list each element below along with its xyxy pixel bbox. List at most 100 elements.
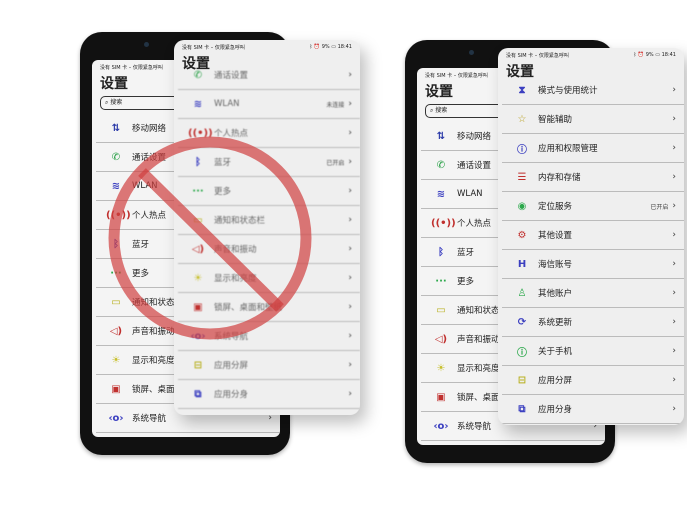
settings-item[interactable]: ◉ 定位服务 已开启 ›: [502, 192, 684, 221]
settings-item-label: 应用和权限管理: [538, 144, 598, 154]
hotspot-icon: ((•)): [188, 127, 213, 139]
status-bar: 没有 SIM 卡 – 仅限紧急呼叫 ᛒ ⏰ 9% ▭ 18:41: [498, 48, 684, 62]
settings-item[interactable]: ▭ 通知和状态栏 ›: [178, 206, 360, 235]
clock: 18:41: [337, 44, 352, 50]
settings-item-label: 系统更新: [538, 318, 573, 328]
settings-item-label: 其他设置: [538, 231, 573, 241]
bluetooth-icon: ᛒ: [438, 246, 444, 258]
app-clone-icon: ⧉: [194, 388, 202, 400]
chevron-right-icon: ›: [672, 317, 676, 327]
info-icon: ⓘ: [517, 347, 527, 359]
star-icon: ☆: [517, 113, 527, 125]
settings-item[interactable]: ‹o› 系统导航 ›: [178, 322, 360, 351]
settings-icon: ⚙: [517, 229, 527, 241]
swap-icon: ⇅: [436, 130, 446, 142]
settings-item[interactable]: ··· 更多 ›: [178, 177, 360, 206]
notification-icon: ▭: [111, 296, 121, 308]
settings-item[interactable]: ◁) 声音和振动 ›: [178, 235, 360, 264]
swap-icon: ⇅: [111, 122, 121, 134]
chevron-right-icon: ›: [348, 99, 352, 109]
status-right: ᛒ ⏰ 9% ▭ 18:41: [633, 52, 676, 58]
navigation-icon: ‹o›: [433, 420, 449, 432]
settings-item-label: 通话设置: [214, 71, 249, 81]
chevron-right-icon: ›: [672, 172, 676, 182]
settings-item[interactable]: ▣ 锁屏、桌面和壁纸 ›: [178, 293, 360, 322]
chevron-right-icon: ›: [348, 157, 352, 167]
permission-icon: ⓘ: [517, 144, 527, 156]
phone-icon: ✆: [436, 159, 446, 171]
chevron-right-icon: ›: [348, 186, 352, 196]
settings-item-label: 模式与使用统计: [538, 86, 598, 96]
phone-icon: ✆: [193, 69, 203, 81]
brightness-icon: ☀: [111, 354, 121, 366]
settings-item[interactable]: ⧉ 应用分身 ›: [502, 395, 684, 424]
settings-item-label: 智能辅助: [538, 115, 573, 125]
chevron-right-icon: ›: [672, 143, 676, 153]
settings-item[interactable]: ⚙ 其他设置 ›: [502, 221, 684, 250]
settings-item-label: 应用分身: [538, 405, 573, 415]
hourglass-icon: ⧗: [518, 84, 526, 96]
settings-item[interactable]: ☀ 显示和亮度 ›: [178, 264, 360, 293]
chevron-right-icon: ›: [348, 389, 352, 399]
settings-item[interactable]: ⓘ 关于手机 ›: [502, 337, 684, 366]
status-right: ᛒ ⏰ 9% ▭ 18:41: [309, 44, 352, 50]
settings-item-status: 未连接: [326, 101, 345, 109]
settings-item[interactable]: ⓘ 应用和权限管理 ›: [502, 134, 684, 163]
chevron-right-icon: ›: [672, 404, 676, 414]
sound-icon: ◁): [434, 333, 448, 345]
settings-item[interactable]: H 海信账号 ›: [502, 250, 684, 279]
status-text: 没有 SIM 卡 – 仅限紧急呼叫: [506, 52, 569, 59]
settings-item[interactable]: ⟳ 系统更新 ›: [502, 308, 684, 337]
settings-item[interactable]: ☰ 内存和存储 ›: [502, 163, 684, 192]
brightness-icon: ☀: [436, 362, 446, 374]
chevron-right-icon: ›: [348, 128, 352, 138]
settings-item-label: 内存和存储: [538, 173, 581, 183]
hisense-account-icon: H: [517, 258, 527, 270]
wifi-icon: ≋: [436, 188, 446, 200]
battery-level: 9%: [321, 44, 330, 50]
settings-item-label: 关于手机: [538, 347, 573, 357]
wallpaper-icon: ▣: [111, 383, 121, 395]
split-screen-icon: ⊟: [517, 374, 527, 386]
hotspot-icon: ((•)): [431, 217, 456, 229]
location-icon: ◉: [517, 200, 527, 212]
settings-item[interactable]: ♙ 其他账户 ›: [502, 279, 684, 308]
settings-item[interactable]: ≋ WLAN 未连接 ›: [178, 90, 360, 119]
status-text: 没有 SIM 卡 – 仅限紧急呼叫: [182, 44, 245, 51]
sound-icon: ◁): [109, 325, 123, 337]
chevron-right-icon: ›: [348, 70, 352, 80]
hotspot-icon: ((•)): [106, 209, 131, 221]
settings-item-label: 显示和亮度: [214, 274, 257, 284]
chevron-right-icon: ›: [348, 331, 352, 341]
settings-item-label: 应用分屏: [538, 376, 573, 386]
notification-icon: ▭: [436, 304, 446, 316]
settings-item-label: 其他账户: [538, 289, 573, 299]
status-text: 没有 SIM 卡 – 仅限紧急呼叫: [100, 64, 163, 71]
settings-item[interactable]: ⧉ 应用分身 ›: [178, 380, 360, 409]
status-bar: 没有 SIM 卡 – 仅限紧急呼叫 ᛒ ⏰ 9% ▭ 18:41: [174, 40, 360, 54]
chevron-right-icon: ›: [672, 375, 676, 385]
chevron-right-icon: ›: [672, 346, 676, 356]
settings-item[interactable]: ᛒ 蓝牙 已开启 ›: [178, 148, 360, 177]
settings-item[interactable]: ((•))个人热点 ›: [178, 119, 360, 148]
chevron-right-icon: ›: [348, 215, 352, 225]
settings-item-label: 声音和振动: [214, 245, 257, 255]
settings-item-label: 系统导航: [214, 332, 249, 342]
settings-item[interactable]: ⊟ 应用分屏 ›: [178, 351, 360, 380]
settings-item[interactable]: ☆ 智能辅助 ›: [502, 105, 684, 134]
settings-item-label: 应用分身: [214, 390, 249, 400]
chevron-right-icon: ›: [348, 302, 352, 312]
settings-item-label: 蓝牙: [214, 158, 232, 168]
settings-item[interactable]: ✆ 通话设置 ›: [178, 61, 360, 90]
correct-settings-card: 没有 SIM 卡 – 仅限紧急呼叫 ᛒ ⏰ 9% ▭ 18:41 设置 ⧗ 模式与使…: [498, 48, 684, 425]
incorrect-settings-card: 没有 SIM 卡 – 仅限紧急呼叫 ᛒ ⏰ 9% ▭ 18:41 设置 ✆ 通话设置…: [174, 40, 360, 415]
chevron-right-icon: ›: [672, 288, 676, 298]
camera: [144, 42, 149, 47]
bluetooth-icon: ᛒ: [195, 156, 201, 168]
settings-item[interactable]: ⊟ 应用分屏 ›: [502, 366, 684, 395]
status-text: 没有 SIM 卡 – 仅限紧急呼叫: [425, 72, 488, 79]
sound-icon: ◁): [191, 243, 205, 255]
more-icon: ···: [435, 275, 447, 287]
chevron-right-icon: ›: [672, 201, 676, 211]
settings-item-status: 已开启: [650, 203, 669, 211]
